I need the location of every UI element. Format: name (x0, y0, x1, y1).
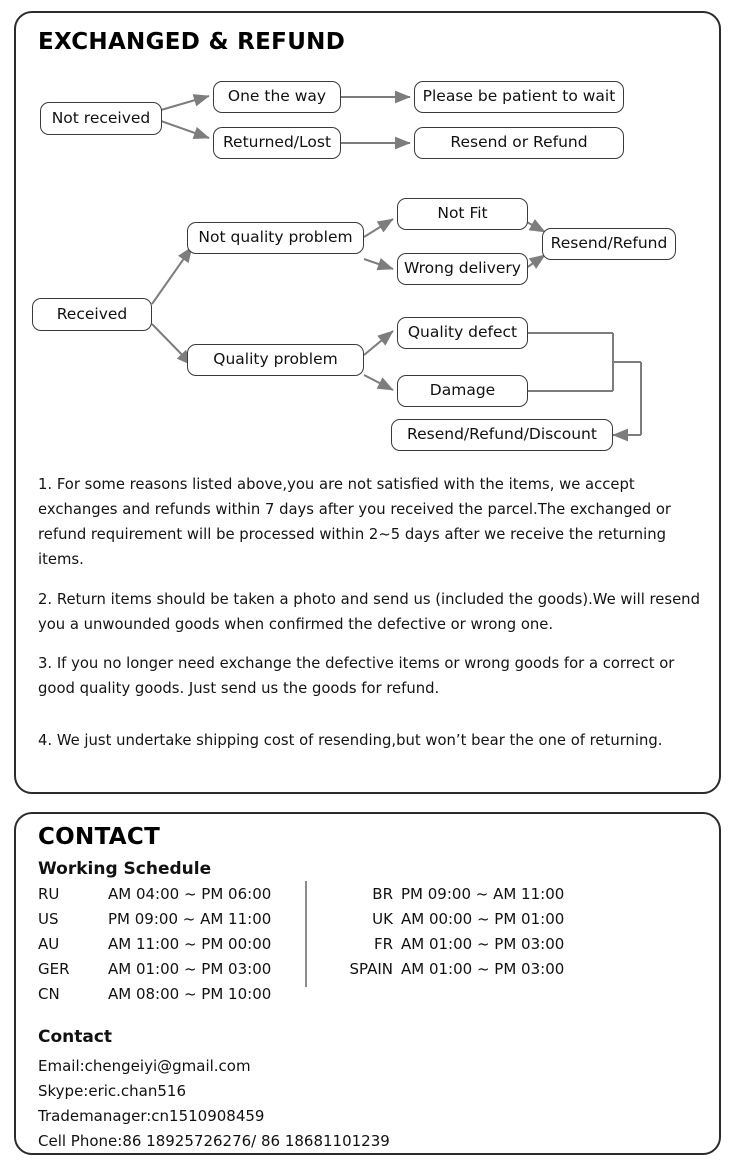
schedule-country: FR (373, 935, 393, 953)
schedule-hours: PM 09:00 ~ AM 11:00 (108, 910, 272, 928)
schedule-hours: AM 01:00 ~ PM 03:00 (401, 935, 565, 953)
schedule-country: SPAIN (349, 960, 393, 978)
node-damage[interactable]: Damage (397, 375, 528, 407)
schedule-country: GER (38, 960, 70, 978)
contact-trademanager[interactable]: Trademanager:cn1510908459 (38, 1104, 264, 1129)
schedule-country: CN (38, 985, 60, 1003)
contact-heading: Contact (38, 1027, 113, 1047)
schedule-row: BR PM 09:00 ~ AM 11:00 (321, 882, 564, 907)
schedule-row: UK AM 00:00 ~ PM 01:00 (321, 907, 564, 932)
node-not-received[interactable]: Not received (40, 102, 162, 135)
schedule-row: GER AM 01:00 ~ PM 03:00 (38, 957, 271, 982)
schedule-row: SPAIN AM 01:00 ~ PM 03:00 (321, 957, 564, 982)
contact-cell-phone[interactable]: Cell Phone:86 18925726276/ 86 1868110123… (38, 1129, 390, 1154)
schedule-hours: AM 08:00 ~ PM 10:00 (108, 985, 272, 1003)
schedule-hours: AM 01:00 ~ PM 03:00 (108, 960, 272, 978)
contact-email[interactable]: Email:chengeiyi@gmail.com (38, 1054, 251, 1079)
policy-paragraph-3: 3. If you no longer need exchange the de… (38, 655, 675, 697)
node-returned-lost[interactable]: Returned/Lost (213, 127, 341, 159)
schedule-hours: AM 04:00 ~ PM 06:00 (108, 885, 272, 903)
schedule-row: CN AM 08:00 ~ PM 10:00 (38, 982, 271, 1007)
schedule-row: RU AM 04:00 ~ PM 06:00 (38, 882, 271, 907)
node-resend-refund-discount[interactable]: Resend/Refund/Discount (391, 419, 613, 451)
schedule-hours: AM 00:00 ~ PM 01:00 (401, 910, 565, 928)
schedule-row: US PM 09:00 ~ AM 11:00 (38, 907, 271, 932)
policy-paragraph-4: 4. We just undertake shipping cost of re… (38, 732, 663, 749)
schedule-hours: AM 01:00 ~ PM 03:00 (401, 960, 565, 978)
schedule-country: AU (38, 935, 60, 953)
node-not-fit[interactable]: Not Fit (397, 198, 528, 230)
working-schedule-heading: Working Schedule (38, 859, 212, 879)
node-one-the-way[interactable]: One the way (213, 81, 341, 113)
schedule-hours: AM 11:00 ~ PM 00:00 (108, 935, 272, 953)
exchange-refund-card: EXCHANGED & REFUND Not received One the … (14, 11, 721, 794)
schedule-right-column: BR PM 09:00 ~ AM 11:00 UK AM 00:00 ~ PM 01… (321, 882, 564, 982)
contact-skype[interactable]: Skype:eric.chan516 (38, 1079, 186, 1104)
schedule-country: BR (372, 885, 393, 903)
node-quality-defect[interactable]: Quality defect (397, 317, 528, 349)
schedule-country: UK (372, 910, 393, 928)
page-title: EXCHANGED & REFUND (38, 29, 346, 55)
schedule-left-column: RU AM 04:00 ~ PM 06:00 US PM 09:00 ~ AM 11… (38, 882, 271, 1007)
schedule-hours: PM 09:00 ~ AM 11:00 (401, 885, 565, 903)
schedule-country: RU (38, 885, 60, 903)
node-resend-refund[interactable]: Resend/Refund (542, 228, 676, 260)
schedule-country: US (38, 910, 59, 928)
schedule-row: AU AM 11:00 ~ PM 00:00 (38, 932, 271, 957)
node-quality-problem[interactable]: Quality problem (187, 344, 364, 376)
node-wrong-delivery[interactable]: Wrong delivery (397, 253, 528, 285)
node-received[interactable]: Received (32, 298, 152, 331)
node-please-be-patient-to-wait[interactable]: Please be patient to wait (414, 81, 624, 113)
policy-paragraph-1: 1. For some reasons listed above,you are… (38, 476, 671, 568)
node-not-quality-problem[interactable]: Not quality problem (187, 222, 364, 254)
schedule-divider (305, 881, 307, 987)
node-resend-or-refund[interactable]: Resend or Refund (414, 127, 624, 159)
contact-title: CONTACT (38, 824, 161, 850)
policy-paragraph-2: 2. Return items should be taken a photo … (38, 591, 700, 633)
schedule-row: FR AM 01:00 ~ PM 03:00 (321, 932, 564, 957)
contact-card: CONTACT Working Schedule RU AM 04:00 ~ PM… (14, 812, 721, 1155)
